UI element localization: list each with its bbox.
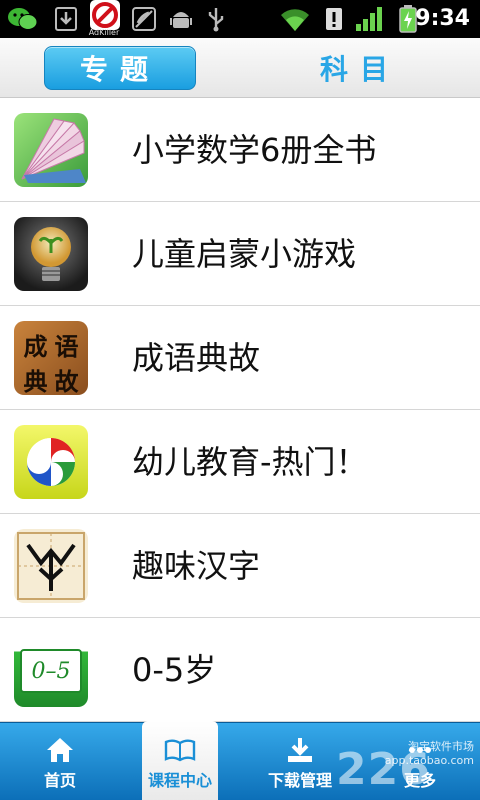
age-badge: 0–5: [20, 649, 82, 693]
phone-slash-icon: [130, 4, 158, 34]
list-item[interactable]: 成 语 典 故 成语典故: [0, 306, 480, 410]
home-icon: [45, 733, 75, 767]
download-icon: [285, 733, 315, 767]
nav-download-manager-label: 下载管理: [267, 771, 332, 790]
tab-subjects[interactable]: 科目: [290, 46, 430, 90]
list-item-label: 趣味汉字: [132, 547, 261, 585]
wifi-icon: [278, 4, 312, 34]
chinese-character-icon: [14, 529, 88, 603]
nav-course-center[interactable]: 课程中心: [142, 721, 218, 800]
adkiller-icon: [88, 0, 122, 30]
usb-icon: [204, 4, 228, 34]
watermark-line2: app.taobao.com: [384, 754, 474, 767]
list-item-label: 成语典故: [132, 339, 261, 377]
wechat-icon: [6, 4, 40, 34]
list-item[interactable]: 儿童启蒙小游戏: [0, 202, 480, 306]
list-item[interactable]: 趣味汉字: [0, 514, 480, 618]
list-item-label: 儿童启蒙小游戏: [132, 235, 357, 273]
kids-education-icon: [14, 425, 88, 499]
signal-icon: [354, 4, 386, 34]
lightbulb-icon: [14, 217, 88, 291]
list-item[interactable]: 幼儿教育-热门！: [0, 410, 480, 514]
nav-home-label: 首页: [43, 771, 76, 790]
course-list: 小学数学6册全书 儿童启蒙小游戏 成 语 典 故 成语典故 幼儿教育-热门！ 趣…: [0, 98, 480, 722]
watermark: 淘宝软件市场 app.taobao.com: [385, 740, 474, 768]
download-icon: [52, 4, 80, 34]
status-bar: AdKiller 9:34: [0, 0, 480, 38]
list-item-label: 小学数学6册全书: [132, 131, 377, 169]
tab-special-topics[interactable]: 专题: [44, 46, 196, 90]
book-icon: [164, 733, 196, 767]
idiom-icon-char: 成: [23, 332, 48, 361]
android-icon: [168, 4, 194, 34]
nav-course-center-label: 课程中心: [147, 771, 212, 790]
list-item-label: 0-5岁: [132, 651, 217, 689]
adkiller-label: AdKiller: [88, 28, 120, 37]
nav-home[interactable]: 首页: [0, 723, 120, 800]
alert-icon: [322, 4, 346, 34]
list-item[interactable]: 小学数学6册全书: [0, 98, 480, 202]
idiom-icon: 成 语 典 故: [14, 321, 88, 395]
list-item[interactable]: 0–5 0-5岁: [0, 618, 480, 722]
clock-time: 9:34: [415, 6, 470, 31]
list-item-label: 幼儿教育-热门！: [132, 443, 368, 481]
watermark-line1: 淘宝软件市场: [408, 740, 474, 753]
math-book-icon: [14, 113, 88, 187]
tab-bar: 专题 科目: [0, 38, 480, 98]
idiom-icon-char: 语: [54, 332, 79, 361]
idiom-icon-char: 故: [54, 367, 79, 395]
age-0-5-icon: 0–5: [14, 633, 88, 707]
idiom-icon-char: 典: [23, 367, 48, 395]
